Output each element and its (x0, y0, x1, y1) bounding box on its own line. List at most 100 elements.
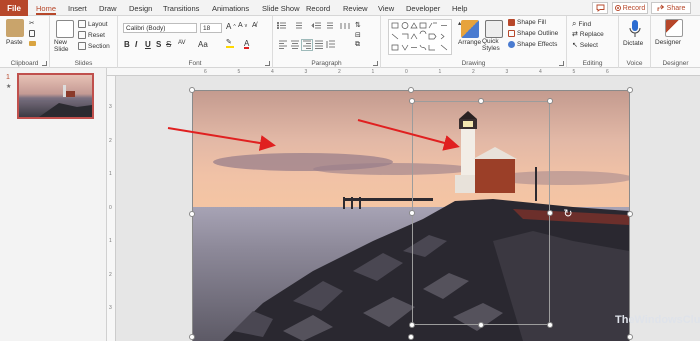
designer-group: Designer Designer (651, 16, 700, 68)
slide-number: 1 (6, 74, 10, 81)
text-direction-button[interactable]: ⇅ (355, 21, 361, 29)
ruler-label: 1 (109, 171, 112, 177)
crop-handle[interactable] (409, 210, 415, 216)
reset-button[interactable]: Reset (78, 31, 105, 39)
designer-button[interactable]: Designer (655, 39, 681, 46)
font-launcher[interactable] (265, 61, 270, 66)
paragraph-icons (277, 22, 350, 51)
share-button[interactable]: Share (651, 2, 691, 14)
ruler-label: 2 (109, 271, 112, 278)
clipboard-launcher[interactable] (42, 61, 47, 66)
paragraph-launcher[interactable] (373, 61, 378, 66)
shape-effects-button[interactable]: Shape Effects (508, 41, 557, 48)
resize-handle[interactable] (627, 334, 633, 340)
tab-draw[interactable]: Draw (99, 0, 117, 16)
cut-button[interactable]: ✂ (29, 19, 34, 27)
thumbnail-image (19, 85, 92, 117)
crop-handle[interactable] (547, 210, 553, 216)
designer-label: Designer (662, 60, 689, 67)
crop-handle[interactable] (478, 98, 484, 104)
highlight-button[interactable]: ✎ (226, 39, 234, 48)
crop-handle[interactable] (409, 98, 415, 104)
resize-handle[interactable] (627, 211, 633, 217)
smartart-button[interactable]: ⧉ (355, 41, 360, 49)
replace-button[interactable]: ⇄ Replace (572, 30, 604, 39)
designer-icon[interactable] (665, 19, 683, 37)
tab-transitions[interactable]: Transitions (163, 0, 199, 16)
dictate-button[interactable]: Dictate (623, 40, 643, 47)
replace-icon: ⇄ (572, 31, 578, 38)
ruler-label: 4 (539, 69, 542, 75)
char-spacing-button[interactable]: AV (178, 40, 186, 46)
new-slide-button[interactable]: New Slide (54, 39, 76, 53)
rotate-handle-icon[interactable]: ↻ (562, 208, 574, 220)
paste-icon[interactable] (6, 19, 24, 37)
layout-label: Layout (88, 20, 108, 28)
tab-insert[interactable]: Insert (68, 0, 87, 16)
resize-handle[interactable] (189, 211, 195, 217)
tab-view[interactable]: View (378, 0, 394, 16)
underline-button[interactable]: U (145, 40, 151, 49)
tab-slide-show[interactable]: Slide Show (262, 0, 300, 16)
crop-handle[interactable] (547, 98, 553, 104)
shadow-button[interactable]: S (156, 40, 161, 49)
tab-file[interactable]: File (0, 0, 28, 16)
shape-fill-button[interactable]: Shape Fill (508, 19, 546, 26)
resize-handle[interactable] (408, 87, 414, 93)
tab-developer[interactable]: Developer (406, 0, 440, 16)
format-painter-button[interactable] (29, 41, 36, 46)
tab-design[interactable]: Design (129, 0, 152, 16)
quick-styles-button[interactable]: Quick Styles (482, 38, 504, 52)
ribbon: Paste ✂ Clipboard New Slide Layout Reset… (0, 16, 700, 68)
grow-font-button[interactable]: A ^ (226, 22, 236, 31)
resize-handle[interactable] (189, 87, 195, 93)
quick-styles-icon[interactable] (485, 20, 503, 38)
section-button[interactable]: Section (78, 42, 110, 50)
microphone-icon[interactable] (628, 19, 642, 39)
change-case-button[interactable]: Aa (198, 40, 208, 49)
find-button[interactable]: ⌕ Find (572, 19, 591, 29)
clear-format-button[interactable]: A̸ (252, 22, 257, 29)
drawing-launcher[interactable] (559, 61, 564, 66)
arrange-icon[interactable] (461, 20, 479, 38)
tab-help[interactable]: Help (452, 0, 467, 16)
strikethrough-button[interactable]: S (166, 40, 171, 49)
tab-review[interactable]: Review (343, 0, 368, 16)
copy-button[interactable] (29, 30, 35, 37)
font-face-select[interactable]: Calibri (Body) (123, 23, 197, 33)
new-slide-icon[interactable] (56, 20, 74, 38)
crop-handle[interactable] (547, 322, 553, 328)
font-color-button[interactable]: A (244, 40, 250, 49)
font-label: Font (188, 60, 202, 67)
resize-handle[interactable] (627, 87, 633, 93)
shape-outline-button[interactable]: Shape Outline (508, 30, 558, 37)
ruler-label: 0 (109, 204, 112, 211)
crop-handle[interactable] (478, 322, 484, 328)
keeper-house (475, 159, 515, 193)
shrink-font-button[interactable]: Av (238, 22, 247, 29)
layout-button[interactable]: Layout (78, 20, 108, 28)
tab-record[interactable]: Record (306, 0, 330, 16)
ruler-label: 4 (271, 69, 274, 75)
horizontal-ruler: 6 5 4 3 2 1 0 1 2 3 4 5 6 (107, 68, 700, 76)
record-button[interactable]: Record (612, 2, 648, 14)
slide-thumbnail[interactable] (17, 73, 94, 119)
tab-animations[interactable]: Animations (212, 0, 249, 16)
ruler-label: 3 (505, 69, 509, 75)
font-size-select[interactable]: 18 (200, 23, 222, 33)
bold-button[interactable]: B (124, 40, 130, 49)
cursor-icon: ↖ (572, 42, 578, 49)
paint-bucket-icon (508, 19, 515, 26)
paste-button[interactable]: Paste (6, 39, 23, 46)
shapes-gallery[interactable] (388, 19, 452, 55)
arrange-button[interactable]: Arrange (458, 39, 481, 46)
select-button[interactable]: ↖ Select (572, 41, 598, 50)
paragraph-label: Paragraph (311, 60, 342, 67)
italic-button[interactable]: I (135, 40, 137, 49)
tab-home[interactable]: Home (36, 0, 57, 16)
crop-handle[interactable] (409, 322, 415, 328)
comments-button[interactable] (592, 2, 608, 14)
align-text-button[interactable]: ⊟ (355, 31, 361, 39)
resize-handle[interactable] (189, 334, 195, 340)
resize-handle[interactable] (408, 334, 414, 340)
